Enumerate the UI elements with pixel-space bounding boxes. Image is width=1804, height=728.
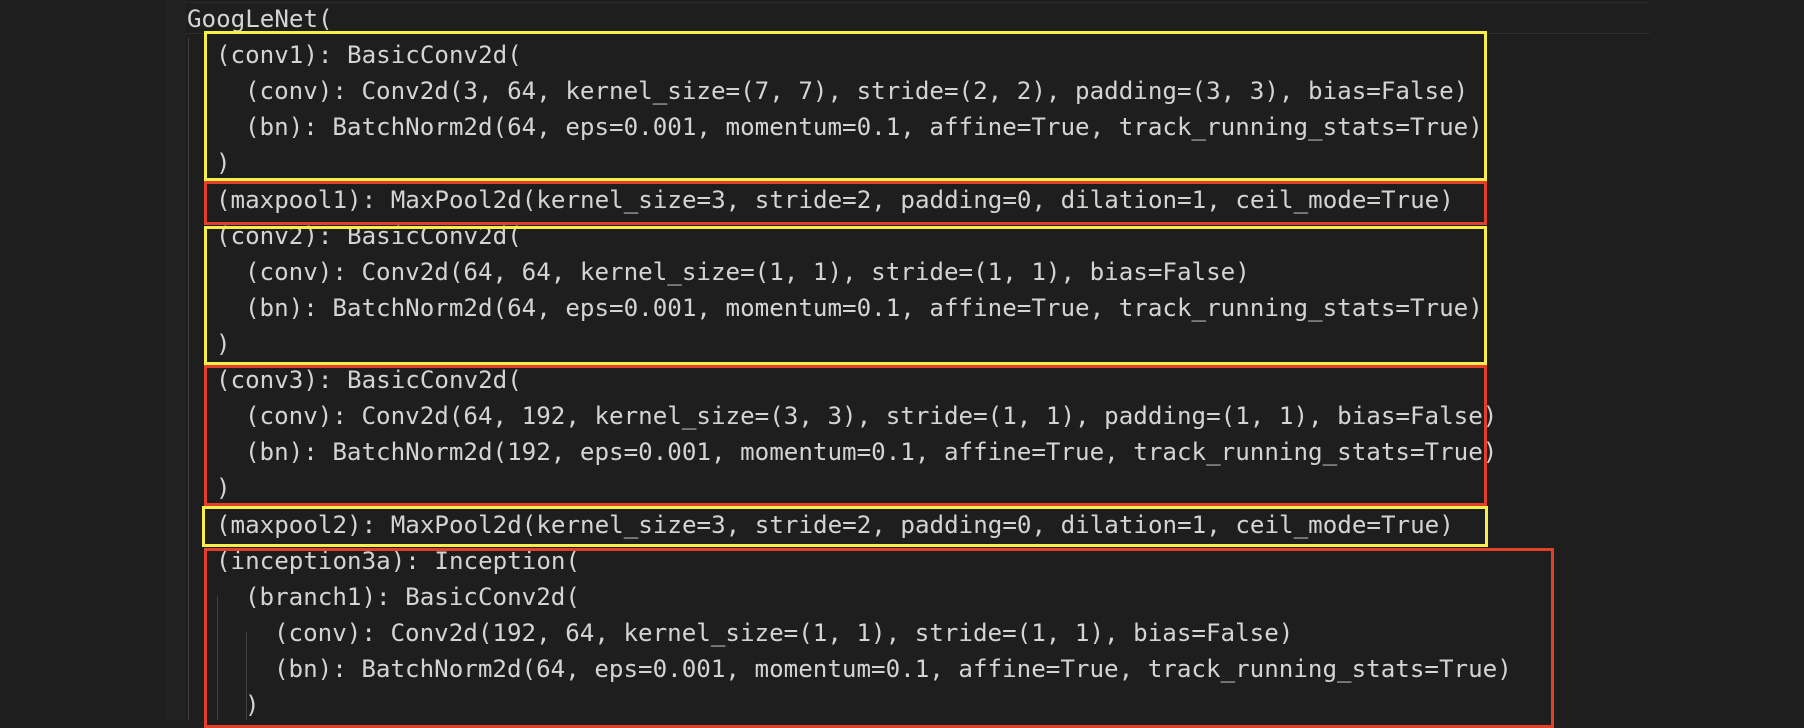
code-line-conv3: (conv3): BasicConv2d(: [216, 366, 522, 394]
editor-gutter: [166, 0, 186, 720]
code-line-conv2-close: ): [216, 330, 231, 358]
code-line-maxpool2: (maxpool2): MaxPool2d(kernel_size=3, str…: [216, 511, 1454, 539]
current-line-highlight: [186, 2, 1650, 34]
code-line-conv1: (conv1): BasicConv2d(: [216, 41, 522, 69]
code-line-branch1-close: ): [245, 691, 260, 719]
indent-guide: [188, 38, 189, 720]
code-line-inception3a: (inception3a): Inception(: [216, 547, 581, 575]
code-line-googlenet: GoogLeNet(: [187, 5, 333, 33]
code-line-branch1-bn: (bn): BatchNorm2d(64, eps=0.001, momentu…: [274, 655, 1512, 683]
code-line-conv2-bn: (bn): BatchNorm2d(64, eps=0.001, momentu…: [245, 294, 1483, 322]
code-line-maxpool1: (maxpool1): MaxPool2d(kernel_size=3, str…: [216, 186, 1454, 214]
code-line-conv1-conv: (conv): Conv2d(3, 64, kernel_size=(7, 7)…: [245, 77, 1469, 105]
code-line-conv2: (conv2): BasicConv2d(: [216, 222, 522, 250]
indent-guide: [217, 596, 218, 720]
code-line-conv1-close: ): [216, 149, 231, 177]
code-line-conv3-conv: (conv): Conv2d(64, 192, kernel_size=(3, …: [245, 402, 1498, 430]
code-line-branch1: (branch1): BasicConv2d(: [245, 583, 580, 611]
code-line-conv3-bn: (bn): BatchNorm2d(192, eps=0.001, moment…: [245, 438, 1498, 466]
code-line-conv1-bn: (bn): BatchNorm2d(64, eps=0.001, momentu…: [245, 113, 1483, 141]
code-line-conv2-conv: (conv): Conv2d(64, 64, kernel_size=(1, 1…: [245, 258, 1250, 286]
code-line-branch1-conv: (conv): Conv2d(192, 64, kernel_size=(1, …: [274, 619, 1294, 647]
code-line-conv3-close: ): [216, 474, 231, 502]
